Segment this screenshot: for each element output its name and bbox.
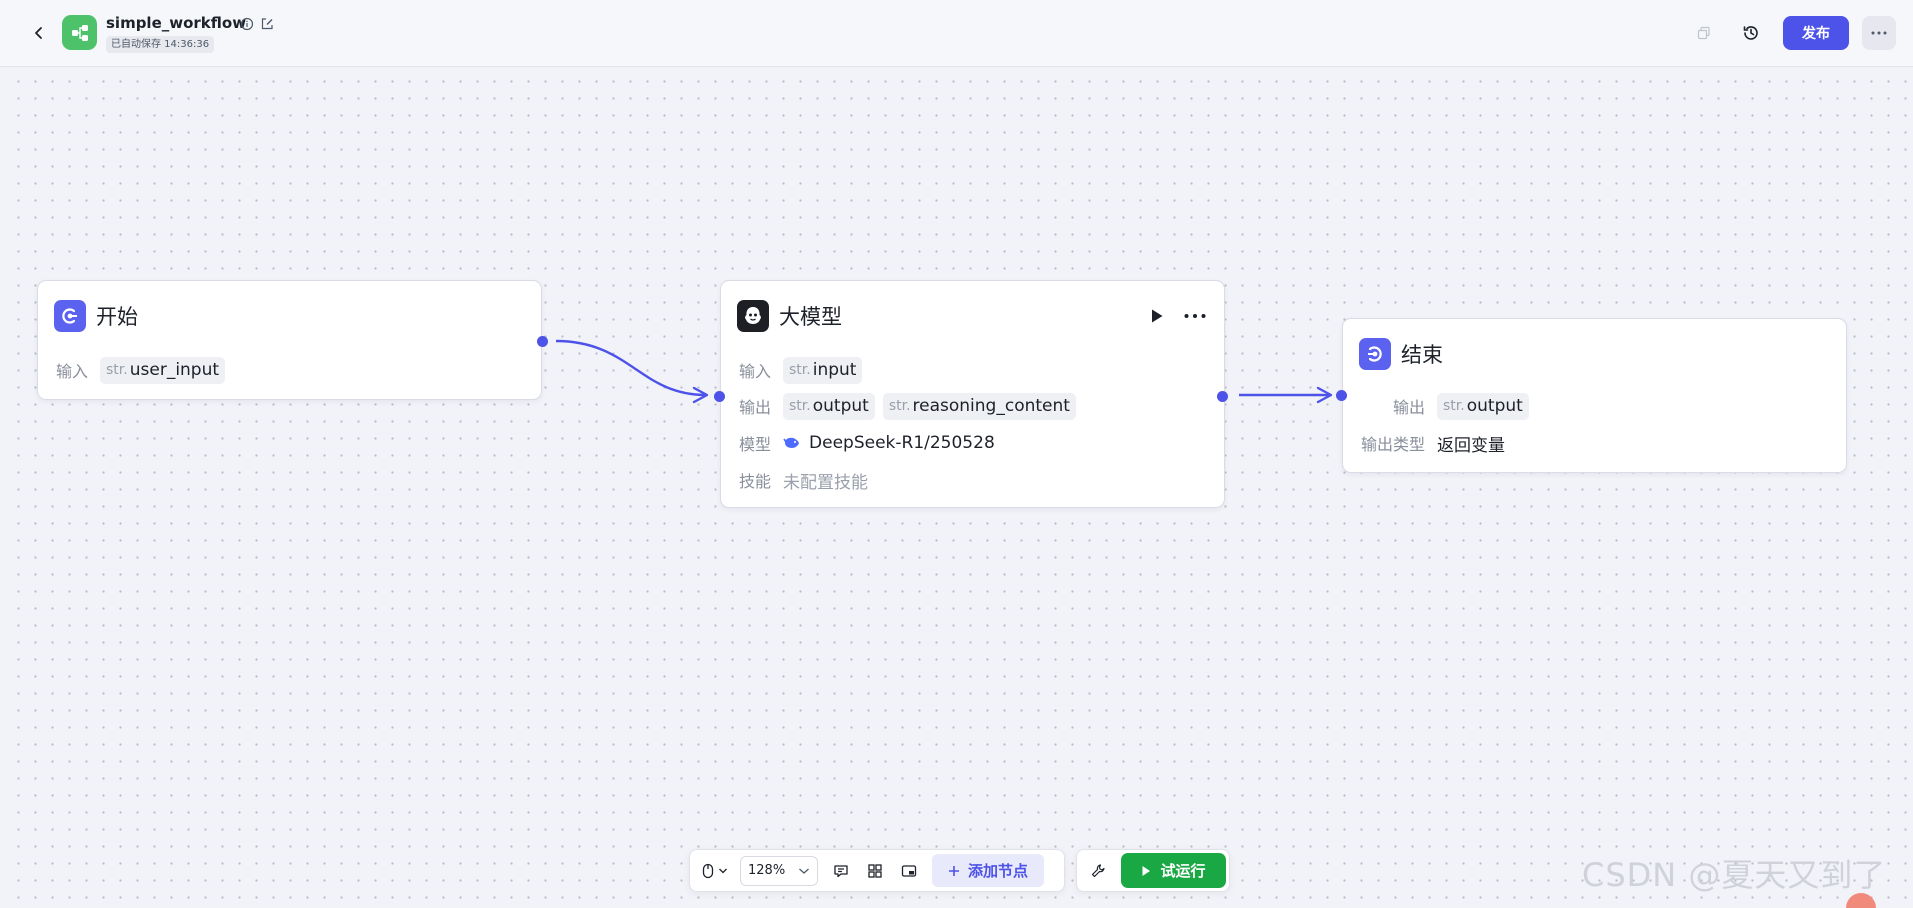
start-node-header: 开始 bbox=[54, 300, 138, 332]
end-output-row: 输出 str. output bbox=[1393, 392, 1537, 420]
chevron-left-icon bbox=[35, 27, 42, 39]
llm-skill-row: 技能 未配置技能 bbox=[739, 466, 868, 494]
chevron-down-icon bbox=[719, 868, 727, 873]
run-node-button[interactable] bbox=[1147, 306, 1167, 326]
start-input-label: 输入 bbox=[56, 362, 89, 381]
info-icon[interactable] bbox=[240, 16, 254, 31]
llm-model-row: 模型 DeepSeek-R1/250528 bbox=[739, 429, 995, 457]
end-output-kind-row: 输出类型 返回变量 bbox=[1361, 429, 1505, 457]
start-icon bbox=[54, 300, 86, 332]
chevron-down-icon bbox=[799, 868, 809, 874]
comment-icon bbox=[834, 864, 848, 877]
variable-tag: str. reasoning_content bbox=[882, 392, 1076, 420]
workflow-title: simple_workflow bbox=[106, 14, 247, 32]
minimap-icon bbox=[901, 864, 917, 877]
end-node-title: 结束 bbox=[1401, 343, 1443, 367]
variable-name: user_input bbox=[129, 360, 220, 380]
workflow-logo-icon bbox=[62, 15, 97, 50]
variable-name: reasoning_content bbox=[912, 396, 1070, 416]
interaction-mode-button[interactable] bbox=[696, 856, 734, 886]
history-icon bbox=[1743, 26, 1758, 40]
play-icon bbox=[1152, 309, 1163, 323]
llm-output-row: 输出 str. output str. reasoning_content bbox=[739, 392, 1084, 420]
variable-type: str. bbox=[106, 362, 128, 378]
variable-type: str. bbox=[1443, 398, 1465, 414]
back-button[interactable] bbox=[26, 20, 52, 46]
history-button[interactable] bbox=[1734, 16, 1768, 50]
variable-tag: str. user_input bbox=[100, 356, 226, 384]
copy-icon bbox=[1697, 26, 1710, 40]
llm-output-label: 输出 bbox=[739, 398, 772, 417]
add-node-label: 添加节点 bbox=[968, 862, 1029, 880]
deepseek-whale-icon bbox=[783, 435, 801, 451]
llm-node-header: 大模型 bbox=[737, 300, 842, 332]
copy-button[interactable] bbox=[1687, 16, 1721, 50]
end-output-label: 输出 bbox=[1393, 398, 1426, 417]
debug-tools-button[interactable] bbox=[1081, 856, 1115, 886]
auto-layout-button[interactable] bbox=[858, 856, 892, 886]
minimap-button[interactable] bbox=[892, 856, 926, 886]
llm-input-label: 输入 bbox=[739, 362, 772, 381]
run-toolbar: 试运行 bbox=[1076, 849, 1230, 892]
end-node-header: 结束 bbox=[1359, 338, 1443, 370]
plus-icon bbox=[949, 865, 959, 876]
more-options-button[interactable] bbox=[1862, 16, 1896, 50]
zoom-select[interactable]: 128% bbox=[740, 855, 818, 886]
edit-icon[interactable] bbox=[260, 16, 274, 30]
output-kind-value: 返回变量 bbox=[1437, 435, 1506, 456]
grid-layout-icon bbox=[868, 863, 882, 878]
llm-model-icon bbox=[737, 300, 769, 332]
skill-value: 未配置技能 bbox=[783, 472, 869, 493]
llm-output-port[interactable] bbox=[1217, 391, 1228, 402]
model-name: DeepSeek-R1/250528 bbox=[809, 433, 995, 453]
variable-type: str. bbox=[888, 398, 911, 414]
start-input-row: 输入 str. user_input bbox=[56, 356, 233, 384]
start-node[interactable]: 开始 输入 str. user_input bbox=[37, 280, 548, 400]
play-icon bbox=[1142, 865, 1151, 876]
start-node-title: 开始 bbox=[96, 305, 138, 329]
variable-name: output bbox=[812, 396, 869, 416]
autosave-status: 已自动保存 14:36:36 bbox=[106, 36, 215, 53]
variable-type: str. bbox=[789, 398, 811, 414]
node-more-button[interactable] bbox=[1181, 306, 1209, 326]
llm-input-row: 输入 str. input bbox=[739, 356, 870, 384]
variable-name: input bbox=[812, 360, 857, 380]
end-output-kind-label: 输出类型 bbox=[1361, 435, 1426, 454]
variable-tag: str. output bbox=[783, 392, 875, 420]
end-node[interactable]: 结束 输出 str. output 输出类型 返回变量 bbox=[1336, 318, 1847, 473]
add-node-button[interactable]: 添加节点 bbox=[932, 854, 1045, 887]
llm-input-port[interactable] bbox=[714, 391, 725, 402]
top-header: simple_workflow 已自动保存 14:36:36 发布 bbox=[0, 0, 1913, 67]
llm-node[interactable]: 大模型 输入 str. input 输出 str. output str. re… bbox=[714, 280, 1228, 508]
wrench-icon bbox=[1091, 863, 1105, 877]
variable-name: output bbox=[1466, 396, 1523, 416]
llm-model-label: 模型 bbox=[739, 435, 772, 454]
end-icon bbox=[1359, 338, 1391, 370]
workflow-editor: simple_workflow 已自动保存 14:36:36 发布 开始 输入 … bbox=[0, 0, 1913, 908]
start-output-port[interactable] bbox=[537, 336, 548, 347]
comment-button[interactable] bbox=[824, 856, 858, 886]
variable-tag: str. output bbox=[1437, 392, 1529, 420]
publish-button[interactable]: 发布 bbox=[1783, 16, 1849, 50]
csdn-watermark: CSDN @夏天又到了 bbox=[1582, 856, 1887, 894]
variable-type: str. bbox=[789, 362, 811, 378]
variable-tag: str. input bbox=[783, 356, 863, 384]
more-horizontal-icon bbox=[1184, 314, 1206, 318]
more-horizontal-icon bbox=[1871, 31, 1887, 35]
end-input-port[interactable] bbox=[1336, 390, 1347, 401]
trial-run-button[interactable]: 试运行 bbox=[1121, 853, 1226, 888]
zoom-value: 128% bbox=[748, 863, 786, 878]
llm-skill-label: 技能 bbox=[739, 472, 772, 491]
trial-run-label: 试运行 bbox=[1160, 862, 1206, 880]
llm-node-title: 大模型 bbox=[779, 305, 842, 329]
mouse-icon bbox=[702, 863, 714, 878]
canvas-toolbar: 128% 添加节点 bbox=[689, 849, 1065, 892]
